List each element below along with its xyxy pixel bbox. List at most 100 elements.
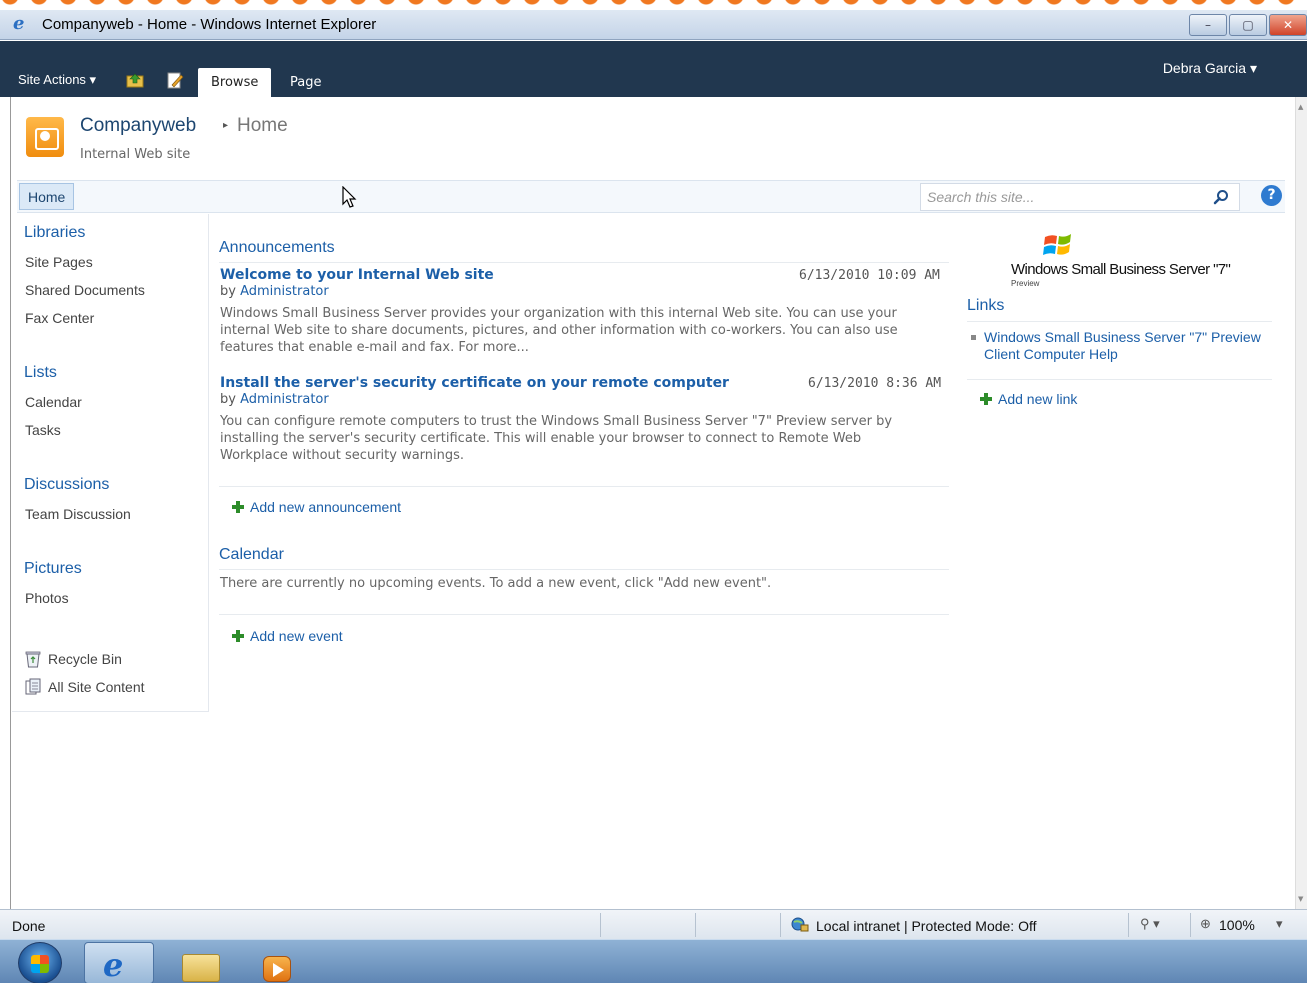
- calendar-footer-divider: [219, 614, 949, 615]
- edit-page-icon[interactable]: [166, 71, 184, 89]
- ql-item-fax-center[interactable]: Fax Center: [25, 310, 94, 326]
- taskbar-media-button[interactable]: [248, 942, 318, 983]
- ql-item-team-discussion[interactable]: Team Discussion: [25, 506, 131, 522]
- site-actions-label: Site Actions: [18, 72, 86, 87]
- ql-recycle-bin[interactable]: Recycle Bin: [24, 650, 122, 668]
- author-link[interactable]: Administrator: [240, 284, 329, 299]
- status-separator: [695, 913, 696, 937]
- status-text: Done: [12, 918, 46, 934]
- breadcrumb-site[interactable]: Companyweb: [80, 115, 196, 137]
- scroll-up-icon[interactable]: ▲: [1298, 103, 1303, 111]
- add-new-announcement-link[interactable]: Add new announcement: [232, 499, 401, 515]
- add-new-link[interactable]: Add new link: [980, 391, 1077, 407]
- byline-prefix: by: [220, 284, 236, 299]
- close-button[interactable]: ✕: [1269, 14, 1307, 36]
- ie-icon: e: [13, 13, 25, 34]
- search-input[interactable]: [921, 184, 1201, 210]
- sbs-logo-name: Windows Small Business Server "7": [1011, 261, 1231, 278]
- announcements-divider: [219, 262, 949, 263]
- ql-item-site-pages[interactable]: Site Pages: [25, 254, 93, 270]
- navigate-up-icon[interactable]: [126, 72, 146, 88]
- links-title[interactable]: Links: [967, 297, 1004, 315]
- mouse-cursor-icon: [342, 186, 357, 208]
- announcements-title[interactable]: Announcements: [219, 239, 335, 257]
- author-link[interactable]: Administrator: [240, 392, 329, 407]
- byline-prefix: by: [220, 392, 236, 407]
- window-titlebar: e Companyweb - Home - Windows Internet E…: [0, 10, 1307, 40]
- add-new-event-link[interactable]: Add new event: [232, 628, 343, 644]
- ql-heading-pictures[interactable]: Pictures: [24, 560, 82, 578]
- ql-item-calendar[interactable]: Calendar: [25, 394, 82, 410]
- status-separator: [1190, 913, 1191, 937]
- tab-page[interactable]: Page: [277, 68, 334, 97]
- announcement-title-2[interactable]: Install the server's security certificat…: [220, 375, 729, 391]
- taskbar-ie-button[interactable]: e: [84, 942, 154, 983]
- windows-flag-icon: [1043, 234, 1071, 255]
- top-decorative-border: [0, 0, 1307, 10]
- links-divider: [967, 321, 1272, 322]
- windows-taskbar: e: [0, 939, 1307, 983]
- breadcrumb-arrow-icon: ▸: [223, 120, 229, 131]
- site-logo-icon[interactable]: [26, 117, 64, 157]
- add-new-announcement-label: Add new announcement: [250, 499, 401, 515]
- topnav-home[interactable]: Home: [19, 183, 75, 210]
- start-button[interactable]: [18, 942, 62, 983]
- tab-browse[interactable]: Browse: [198, 68, 272, 97]
- zoom-dropdown-icon[interactable]: ▾: [1276, 916, 1283, 932]
- taskbar-explorer-button[interactable]: [172, 942, 242, 983]
- user-name: Debra Garcia: [1162, 60, 1247, 76]
- breadcrumb-page: Home: [237, 115, 288, 136]
- sharepoint-ribbon: Site Actions ▾ Browse Page Debra Garcia …: [0, 41, 1307, 97]
- ql-all-site-content[interactable]: All Site Content: [24, 678, 145, 696]
- announcement-byline-2: by Administrator: [220, 392, 329, 407]
- status-bar: Done Local intranet | Protected Mode: Of…: [0, 909, 1307, 939]
- status-separator: [780, 913, 781, 937]
- media-player-icon: [263, 956, 291, 982]
- link-item[interactable]: Windows Small Business Server "7" Previe…: [971, 329, 1271, 363]
- all-site-content-label: All Site Content: [48, 679, 145, 695]
- announcement-body-2: You can configure remote computers to tr…: [220, 414, 893, 463]
- announcement-byline-1: by Administrator: [220, 284, 329, 299]
- announcement-body-1: Windows Small Business Server provides y…: [220, 306, 898, 355]
- ql-item-shared-documents[interactable]: Shared Documents: [25, 282, 145, 298]
- window-controls: – ▢ ✕: [1189, 14, 1307, 36]
- link-item-label: Windows Small Business Server "7" Previe…: [984, 329, 1261, 362]
- scroll-down-icon[interactable]: ▼: [1298, 895, 1303, 903]
- calendar-title[interactable]: Calendar: [219, 546, 284, 564]
- window-title: Companyweb - Home - Windows Internet Exp…: [42, 16, 377, 33]
- tools-dropdown-icon[interactable]: ⚲ ▾: [1140, 916, 1160, 932]
- calendar-divider: [219, 569, 949, 570]
- user-menu[interactable]: Debra Garcia ▾: [1163, 60, 1257, 77]
- ql-item-tasks[interactable]: Tasks: [25, 422, 61, 438]
- zoom-icon[interactable]: ⊕: [1200, 916, 1211, 932]
- links-footer-divider: [967, 379, 1272, 380]
- plus-icon: [232, 501, 244, 513]
- quick-launch: Libraries Site Pages Shared Documents Fa…: [12, 214, 209, 712]
- help-icon[interactable]: ?: [1261, 185, 1282, 206]
- site-actions-menu[interactable]: Site Actions ▾: [18, 72, 96, 88]
- folder-icon: [182, 954, 220, 982]
- status-separator: [1128, 913, 1129, 937]
- search-icon[interactable]: [1213, 189, 1229, 205]
- recycle-bin-icon: [25, 651, 41, 668]
- ql-heading-discussions[interactable]: Discussions: [24, 476, 109, 494]
- announcement-title-1[interactable]: Welcome to your Internal Web site: [220, 267, 494, 283]
- search-box: [920, 183, 1240, 211]
- minimize-button[interactable]: –: [1189, 14, 1227, 36]
- add-new-event-label: Add new event: [250, 628, 343, 644]
- ql-item-photos[interactable]: Photos: [25, 590, 69, 606]
- security-zone-text[interactable]: Local intranet | Protected Mode: Off: [816, 918, 1037, 934]
- ie-icon: e: [103, 946, 124, 983]
- status-separator: [600, 913, 601, 937]
- ql-heading-libraries[interactable]: Libraries: [24, 224, 85, 242]
- zoom-level[interactable]: 100%: [1219, 917, 1255, 933]
- calendar-empty-text: There are currently no upcoming events. …: [220, 576, 772, 591]
- restore-button[interactable]: ▢: [1229, 14, 1267, 36]
- plus-icon: [980, 393, 992, 405]
- site-header: Companyweb ▸ Home Internal Web site: [11, 97, 1295, 179]
- page-content: Companyweb ▸ Home Internal Web site Home…: [10, 97, 1295, 909]
- plus-icon: [232, 630, 244, 642]
- vertical-scrollbar[interactable]: ▲ ▼: [1295, 97, 1307, 909]
- ql-heading-lists[interactable]: Lists: [24, 364, 57, 382]
- top-navigation-bar: Home ?: [17, 180, 1285, 213]
